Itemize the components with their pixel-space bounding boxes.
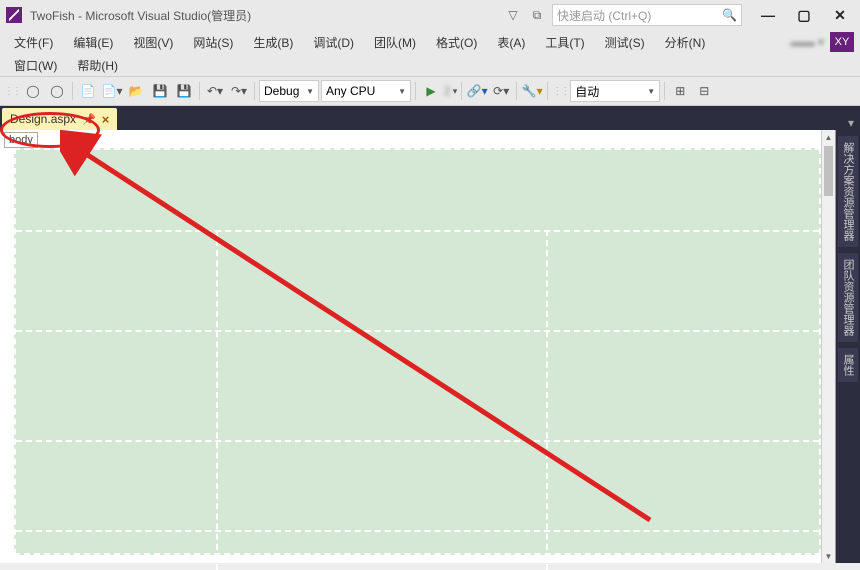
toolbar-extra-2[interactable]: ⊟ bbox=[693, 80, 715, 102]
search-icon: 🔍 bbox=[722, 8, 737, 22]
new-project-button[interactable]: 📄 bbox=[77, 80, 99, 102]
save-button[interactable]: 💾 bbox=[149, 80, 171, 102]
quick-launch-input[interactable]: 快速启动 (Ctrl+Q) 🔍 bbox=[552, 4, 742, 26]
start-debug-button[interactable]: ▶ bbox=[420, 80, 442, 102]
work-area: body ▲ ▼ 解决方案资源管理器 团队资源管理器 属性 bbox=[0, 130, 860, 563]
designer-surface[interactable]: body ▲ ▼ bbox=[0, 130, 836, 563]
grid-line bbox=[16, 530, 819, 532]
grid-line bbox=[16, 440, 819, 442]
menu-website[interactable]: 网站(S) bbox=[185, 32, 241, 53]
close-icon[interactable]: × bbox=[102, 112, 110, 127]
feedback-icon[interactable]: ⧉ bbox=[528, 6, 546, 24]
config-dropdown[interactable]: Debug▼ bbox=[259, 80, 319, 102]
platform-dropdown[interactable]: Any CPU▼ bbox=[321, 80, 411, 102]
menu-table[interactable]: 表(A) bbox=[489, 32, 533, 53]
window-title: TwoFish - Microsoft Visual Studio(管理员) bbox=[30, 7, 251, 24]
notification-icon[interactable]: ▽ bbox=[504, 6, 522, 24]
toolbar: ⋮⋮ ◯ ◯ 📄 📄▾ 📂 💾 💾 ↶▾ ↷▾ Debug▼ Any CPU▼ … bbox=[0, 76, 860, 106]
breadcrumb[interactable]: body bbox=[4, 132, 38, 148]
document-tabstrip: Design.aspx 📌 × ▾ bbox=[0, 106, 860, 130]
menu-file[interactable]: 文件(F) bbox=[6, 32, 61, 53]
menu-format[interactable]: 格式(O) bbox=[428, 32, 485, 53]
tab-design-aspx[interactable]: Design.aspx 📌 × bbox=[2, 108, 117, 130]
grid-line bbox=[546, 230, 548, 570]
pin-icon[interactable]: 📌 bbox=[82, 113, 96, 126]
side-panel: 解决方案资源管理器 团队资源管理器 属性 bbox=[836, 130, 860, 563]
menu-edit[interactable]: 编辑(E) bbox=[65, 32, 121, 53]
browser-link-button[interactable]: 🔗▾ bbox=[466, 80, 488, 102]
tab-overflow-icon[interactable]: ▾ bbox=[848, 116, 854, 130]
maximize-button[interactable]: ▢ bbox=[790, 5, 818, 25]
menu-build[interactable]: 生成(B) bbox=[245, 32, 301, 53]
grid-line bbox=[216, 230, 218, 570]
nav-fwd-button[interactable]: ◯ bbox=[46, 80, 68, 102]
sidetab-solution-explorer[interactable]: 解决方案资源管理器 bbox=[838, 136, 858, 247]
menu-tools[interactable]: 工具(T) bbox=[537, 32, 592, 53]
undo-button[interactable]: ↶▾ bbox=[204, 80, 226, 102]
close-button[interactable]: ✕ bbox=[826, 5, 854, 25]
save-all-button[interactable]: 💾 bbox=[173, 80, 195, 102]
scroll-down-icon[interactable]: ▼ bbox=[822, 549, 835, 563]
menu-test[interactable]: 测试(S) bbox=[597, 32, 653, 53]
menu-view[interactable]: 视图(V) bbox=[125, 32, 181, 53]
menu-debug[interactable]: 调试(D) bbox=[305, 32, 362, 53]
toolbar-extra-1[interactable]: ⊞ bbox=[669, 80, 691, 102]
scrollbar-thumb[interactable] bbox=[824, 146, 833, 196]
grid-line bbox=[16, 330, 819, 332]
menu-team[interactable]: 团队(M) bbox=[366, 32, 424, 53]
title-bar: TwoFish - Microsoft Visual Studio(管理员) ▽… bbox=[0, 0, 860, 30]
refresh-button[interactable]: ⟳▾ bbox=[490, 80, 512, 102]
user-badge[interactable]: XY bbox=[830, 32, 854, 52]
nav-back-button[interactable]: ◯ bbox=[22, 80, 44, 102]
scroll-up-icon[interactable]: ▲ bbox=[822, 130, 835, 144]
minimize-button[interactable]: — bbox=[754, 5, 782, 25]
menu-help[interactable]: 帮助(H) bbox=[69, 55, 126, 76]
menu-window[interactable]: 窗口(W) bbox=[6, 55, 65, 76]
menu-bar: 文件(F) 编辑(E) 视图(V) 网站(S) 生成(B) 调试(D) 团队(M… bbox=[0, 30, 860, 54]
tab-label: Design.aspx bbox=[10, 112, 76, 126]
find-button[interactable]: 🔧▾ bbox=[521, 80, 543, 102]
toolbar-grip-2: ⋮⋮ bbox=[552, 86, 568, 97]
sidetab-team-explorer[interactable]: 团队资源管理器 bbox=[838, 253, 858, 342]
redo-button[interactable]: ↷▾ bbox=[228, 80, 250, 102]
menu-analyze[interactable]: 分析(N) bbox=[657, 32, 714, 53]
quick-launch-placeholder: 快速启动 (Ctrl+Q) bbox=[557, 7, 651, 24]
sidetab-properties[interactable]: 属性 bbox=[838, 348, 858, 382]
add-item-button[interactable]: 📄▾ bbox=[101, 80, 123, 102]
props-mode-dropdown[interactable]: 自动▼ bbox=[570, 80, 660, 102]
grid-line bbox=[16, 230, 819, 232]
start-label: 2 bbox=[444, 84, 451, 98]
vertical-scrollbar[interactable]: ▲ ▼ bbox=[821, 130, 835, 563]
menu-bar-2: 窗口(W) 帮助(H) bbox=[0, 54, 860, 76]
design-canvas[interactable] bbox=[14, 148, 821, 555]
signin-label[interactable]: ▬▬ ▾ bbox=[791, 35, 824, 49]
toolbar-grip: ⋮⋮ bbox=[4, 86, 20, 97]
open-button[interactable]: 📂 bbox=[125, 80, 147, 102]
vs-logo-icon bbox=[6, 7, 22, 23]
